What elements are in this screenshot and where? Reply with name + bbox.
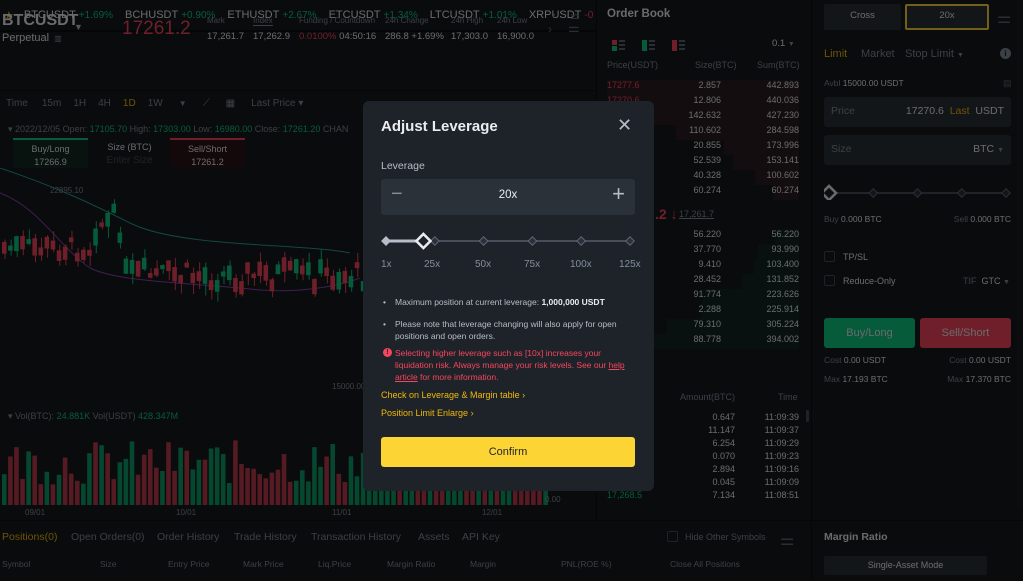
app-root: ★ BTCUSDT+1.69% BCHUSDT+0.90% ETHUSDT+2.… [0,0,1023,581]
position-limit-enlarge-link[interactable]: Position Limit Enlarge › [381,408,474,418]
slider-node[interactable] [576,236,587,246]
max-position-value: 1,000,000 USDT [541,297,605,307]
slider-node[interactable] [527,236,538,246]
leverage-slider[interactable] [381,232,635,250]
link-label: Check on Leverage & Margin table [381,390,520,400]
note-text: Please note that leverage changing will … [395,319,617,341]
slider-node[interactable] [478,236,489,246]
max-position-note: • Maximum position at current leverage: … [381,296,635,310]
slider-tick-label: 75x [524,259,541,270]
chevron-right-icon: › [470,408,474,418]
slider-tick-label: 125x [619,259,641,270]
warning-icon: ! [383,348,392,357]
slider-tick-label: 1x [381,259,392,270]
close-icon[interactable]: ✕ [617,115,632,136]
leverage-value[interactable]: 20x [381,189,635,201]
slider-handle[interactable] [414,232,433,250]
leverage-margin-table-link[interactable]: Check on Leverage & Margin table › [381,390,525,400]
modal-title: Adjust Leverage [381,118,498,135]
link-label: Position Limit Enlarge [381,408,469,418]
bullet-icon: • [383,297,386,307]
bullet-icon: • [383,319,386,329]
slider-node[interactable] [625,236,635,246]
chevron-right-icon: › [522,390,526,400]
note-text: Maximum position at current leverage: [395,297,542,307]
slider-tick-label: 50x [475,259,492,270]
adjust-leverage-modal: Adjust Leverage ✕ Leverage − 20x + 1x 25… [363,101,654,491]
leverage-stepper[interactable]: − 20x + [381,179,635,215]
leverage-label: Leverage [381,160,425,172]
slider-tick-label: 25x [424,259,441,270]
plus-icon[interactable]: + [612,181,625,207]
warning-text: for more information. [417,372,499,382]
confirm-button[interactable]: Confirm [381,437,635,467]
risk-warning: ! Selecting higher leverage such as [10x… [381,347,635,385]
leverage-apply-note: • Please note that leverage changing wil… [381,318,635,344]
slider-node[interactable] [381,236,391,246]
warning-text: Selecting higher leverage such as [10x] … [395,348,609,370]
slider-tick-label: 100x [570,259,592,270]
